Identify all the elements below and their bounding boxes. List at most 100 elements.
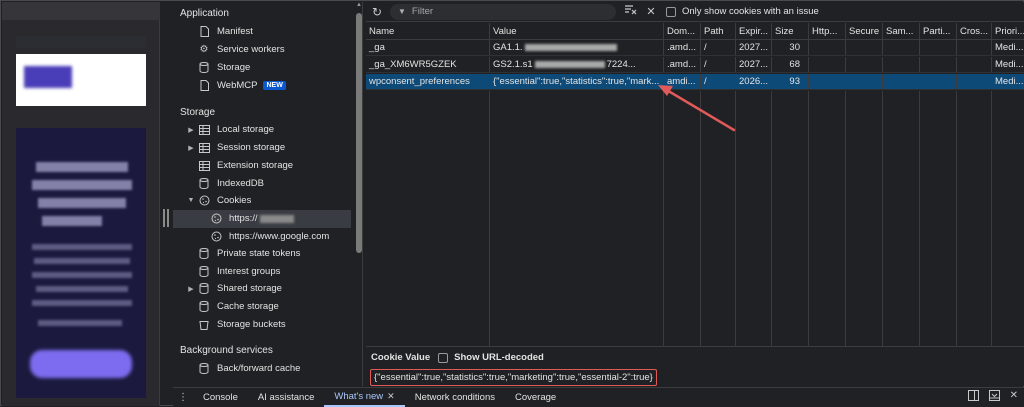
tab-whats-new[interactable]: What's new ✕ xyxy=(324,388,405,407)
table-row[interactable]: _ga GA1.1. .amd... / 2027... 30 Medi... xyxy=(366,40,1024,56)
column-header-path[interactable]: Path xyxy=(701,23,736,39)
cell-name: _ga xyxy=(366,40,490,55)
cell-partition-key xyxy=(920,40,957,55)
cookie-value-panel: Cookie Value Show URL-decoded {"essentia… xyxy=(366,346,1024,386)
preview-cta-button xyxy=(30,350,132,378)
preview-text-line xyxy=(36,162,128,172)
cell-size: 30 xyxy=(772,40,809,55)
sidebar-item-label: Extension storage xyxy=(217,160,294,172)
cookie-icon xyxy=(209,213,223,225)
column-header-priority[interactable]: Priori... xyxy=(992,23,1024,39)
cell-domain: .amd... xyxy=(664,57,701,72)
sidebar-item-label: Private state tokens xyxy=(217,248,301,260)
sidebar-item-label: Session storage xyxy=(217,142,286,154)
cell-priority: Medi... xyxy=(995,42,1024,53)
section-header-background-services: Background services xyxy=(180,345,273,356)
sidebar-item-private-state-tokens[interactable]: Private state tokens xyxy=(173,245,351,263)
sidebar-item-back-forward-cache[interactable]: Back/forward cache xyxy=(173,360,351,378)
cell-cross-site xyxy=(957,40,992,55)
sidebar-item-storage[interactable]: Storage xyxy=(173,59,351,77)
table-row-selected[interactable]: wpconsent_preferences {"essential":true,… xyxy=(366,74,1024,90)
sidebar-item-session-storage[interactable]: ▶ Session storage xyxy=(173,139,351,157)
expand-arrow-icon[interactable]: ▶ xyxy=(185,126,197,134)
clear-filtered-cookies-icon[interactable] xyxy=(624,5,638,18)
sidebar-item-label: Manifest xyxy=(217,26,253,38)
cell-samesite xyxy=(883,40,920,55)
column-header-partition-key[interactable]: Parti... xyxy=(920,23,957,39)
sidebar-item-cookie-origin-selected[interactable]: https:// xyxy=(173,210,351,228)
sidebar-item-webmcp[interactable]: WebMCP NEW xyxy=(173,77,351,95)
sidebar-item-cookies[interactable]: ▼ Cookies xyxy=(173,192,351,210)
sidebar-item-manifest[interactable]: Manifest xyxy=(173,23,351,41)
application-sidebar: Application Manifest ⚙ Service workers S… xyxy=(173,2,363,386)
table-header-row: Name Value Dom... Path Expir... Size Htt… xyxy=(366,23,1024,40)
cell-samesite xyxy=(883,57,920,72)
collapse-arrow-icon[interactable]: ▼ xyxy=(185,197,197,204)
expand-arrow-icon[interactable]: ▶ xyxy=(185,285,197,293)
column-header-secure[interactable]: Secure xyxy=(846,23,883,39)
expand-arrow-icon[interactable]: ▶ xyxy=(185,144,197,152)
sidebar-item-indexeddb[interactable]: IndexedDB xyxy=(173,175,351,193)
tab-coverage[interactable]: Coverage xyxy=(505,388,566,407)
drawer-controls: ✕ xyxy=(967,390,1018,404)
only-issue-checkbox[interactable]: Only show cookies with an issue xyxy=(666,6,819,17)
cell-secure xyxy=(846,57,883,72)
column-header-cross-site[interactable]: Cros... xyxy=(957,23,992,39)
cell-partition-key xyxy=(920,74,957,89)
column-header-size[interactable]: Size xyxy=(772,23,809,39)
sidebar-item-service-workers[interactable]: ⚙ Service workers xyxy=(173,41,351,59)
filter-placeholder: Filter xyxy=(411,6,434,17)
table-icon xyxy=(197,142,211,154)
redacted-domain xyxy=(259,214,294,223)
column-header-expires[interactable]: Expir... xyxy=(736,23,772,39)
scroll-up-arrow-icon[interactable]: ▲ xyxy=(356,2,362,8)
close-drawer-icon[interactable]: ✕ xyxy=(1010,390,1018,404)
column-header-value[interactable]: Value xyxy=(490,23,664,39)
sidebar-item-cookie-google[interactable]: https://www.google.com xyxy=(173,228,351,246)
sidebar-item-extension-storage[interactable]: Extension storage xyxy=(173,157,351,175)
table-icon xyxy=(197,160,211,172)
preview-logo xyxy=(24,66,72,88)
split-resize-handle[interactable] xyxy=(163,209,169,227)
bottom-drawer: ⋮ Console AI assistance What's new ✕ Netw… xyxy=(173,387,1024,407)
sidebar-item-shared-storage[interactable]: ▶ Shared storage xyxy=(173,280,351,298)
dock-side-icon[interactable] xyxy=(967,390,979,404)
tab-network-conditions[interactable]: Network conditions xyxy=(405,388,505,407)
sidebar-item-label: Back/forward cache xyxy=(217,363,301,375)
sidebar-item-storage-buckets[interactable]: Storage buckets xyxy=(173,316,351,334)
cell-cross-site xyxy=(957,57,992,72)
minimize-drawer-icon[interactable] xyxy=(988,390,1000,404)
column-header-httponly[interactable]: Http... xyxy=(809,23,846,39)
sidebar-scrollbar[interactable] xyxy=(356,13,362,253)
sidebar-item-cache-storage[interactable]: Cache storage xyxy=(173,298,351,316)
cell-value: {"essential":true,"statistics":true,"mar… xyxy=(490,74,664,89)
more-tabs-menu-icon[interactable]: ⋮ xyxy=(173,392,193,403)
filter-input[interactable]: ▼ Filter xyxy=(390,3,616,20)
clear-all-cookies-icon[interactable]: ✕ xyxy=(644,5,658,18)
refresh-icon[interactable]: ↻ xyxy=(366,5,388,19)
cell-cross-site xyxy=(957,74,992,89)
column-header-name[interactable]: Name xyxy=(366,23,490,39)
show-url-decoded-checkbox[interactable] xyxy=(438,352,449,363)
column-header-domain[interactable]: Dom... xyxy=(664,23,701,39)
tab-label: Network conditions xyxy=(414,391,495,403)
preview-text-line xyxy=(32,244,132,250)
preview-browser-bar xyxy=(2,2,160,20)
cookie-value-text[interactable]: {"essential":true,"statistics":true,"mar… xyxy=(370,369,657,386)
cell-httponly xyxy=(809,74,846,89)
sidebar-item-interest-groups[interactable]: Interest groups xyxy=(173,263,351,281)
cell-expires: 2027... xyxy=(736,40,772,55)
sidebar-item-label: Storage xyxy=(217,62,251,74)
cell-expires: 2027... xyxy=(736,57,772,72)
tab-ai-assistance[interactable]: AI assistance xyxy=(248,388,325,407)
tab-console[interactable]: Console xyxy=(193,388,248,407)
section-header-application: Application xyxy=(180,8,229,19)
filter-funnel-icon: ▼ xyxy=(398,7,406,16)
column-header-samesite[interactable]: Sam... xyxy=(883,23,920,39)
database-icon xyxy=(197,178,211,190)
cell-expires: 2026... xyxy=(736,74,772,89)
table-row[interactable]: _ga_XM6WR5GZEK GS2.1.s1 7224... .amd... /… xyxy=(366,57,1024,73)
sidebar-item-local-storage[interactable]: ▶ Local storage xyxy=(173,121,351,139)
cell-value-text: GA1.1. xyxy=(493,42,523,53)
close-tab-icon[interactable]: ✕ xyxy=(387,391,395,402)
